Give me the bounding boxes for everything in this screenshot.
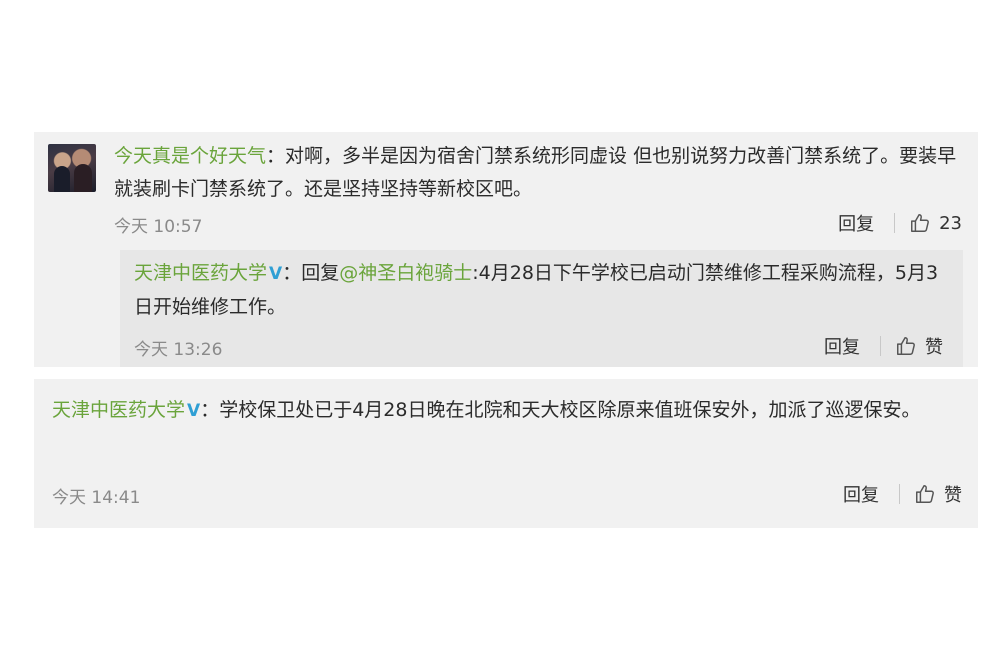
comment-card-1: 今天真是个好天气：对啊，多半是因为宿舍门禁系统形同虚设 但也别说努力改善门禁系统… bbox=[34, 132, 978, 367]
reply-username[interactable]: 天津中医药大学 bbox=[134, 262, 267, 284]
comment-actions: 回复 赞 bbox=[843, 481, 962, 507]
thumbs-up-icon bbox=[916, 485, 934, 503]
comment-timestamp: 今天 14:41 bbox=[52, 488, 141, 508]
mention-link[interactable]: @神圣白袍骑士 bbox=[339, 262, 472, 284]
comment-text: 学校保卫处已于4月28日晚在北院和天大校区除原来值班保安外，加派了巡逻保安。 bbox=[219, 399, 921, 421]
like-button[interactable]: 23 bbox=[909, 212, 962, 234]
comment-actions: 回复 23 bbox=[838, 210, 962, 236]
reply-timestamp: 今天 13:26 bbox=[134, 340, 223, 360]
comment-username[interactable]: 今天真是个好天气 bbox=[114, 145, 266, 167]
like-button[interactable]: 赞 bbox=[914, 481, 962, 507]
reply-separator: ： bbox=[282, 262, 302, 284]
reply-button[interactable]: 回复 bbox=[824, 333, 860, 359]
reply-button[interactable]: 回复 bbox=[843, 481, 879, 507]
action-divider bbox=[894, 213, 896, 233]
action-divider bbox=[880, 336, 881, 356]
comment-username[interactable]: 天津中医药大学 bbox=[52, 399, 185, 421]
reply-actions: 回复 赞 bbox=[824, 333, 943, 359]
comment-timestamp: 今天 10:57 bbox=[114, 217, 203, 237]
thumbs-up-icon bbox=[911, 214, 930, 232]
action-divider bbox=[899, 484, 900, 504]
like-label: 赞 bbox=[944, 485, 962, 506]
like-label: 赞 bbox=[925, 337, 943, 358]
comment-separator: ： bbox=[200, 399, 220, 421]
reply-button[interactable]: 回复 bbox=[838, 210, 874, 236]
comment-body: 天津中医药大学 V：学校保卫处已于4月28日晚在北院和天大校区除原来值班保安外，加… bbox=[52, 394, 962, 428]
comment-separator: ： bbox=[266, 145, 286, 167]
user-avatar[interactable] bbox=[48, 144, 96, 192]
like-button[interactable]: 赞 bbox=[895, 333, 943, 359]
like-count: 23 bbox=[939, 212, 962, 234]
thumbs-up-icon bbox=[897, 337, 915, 355]
reply-prefix: 回复 bbox=[301, 262, 340, 284]
reply-body: 天津中医药大学 V：回复@神圣白袍骑士:4月28日下午学校已启动门禁维修工程采购流… bbox=[134, 257, 954, 324]
nested-reply: 天津中医药大学 V：回复@神圣白袍骑士:4月28日下午学校已启动门禁维修工程采购流… bbox=[120, 250, 963, 367]
verified-badge-icon: V bbox=[269, 264, 283, 284]
comment-card-2: 天津中医药大学 V：学校保卫处已于4月28日晚在北院和天大校区除原来值班保安外，加… bbox=[34, 379, 978, 528]
verified-badge-icon: V bbox=[187, 401, 201, 421]
comment-body: 今天真是个好天气：对啊，多半是因为宿舍门禁系统形同虚设 但也别说努力改善门禁系统… bbox=[114, 140, 964, 206]
